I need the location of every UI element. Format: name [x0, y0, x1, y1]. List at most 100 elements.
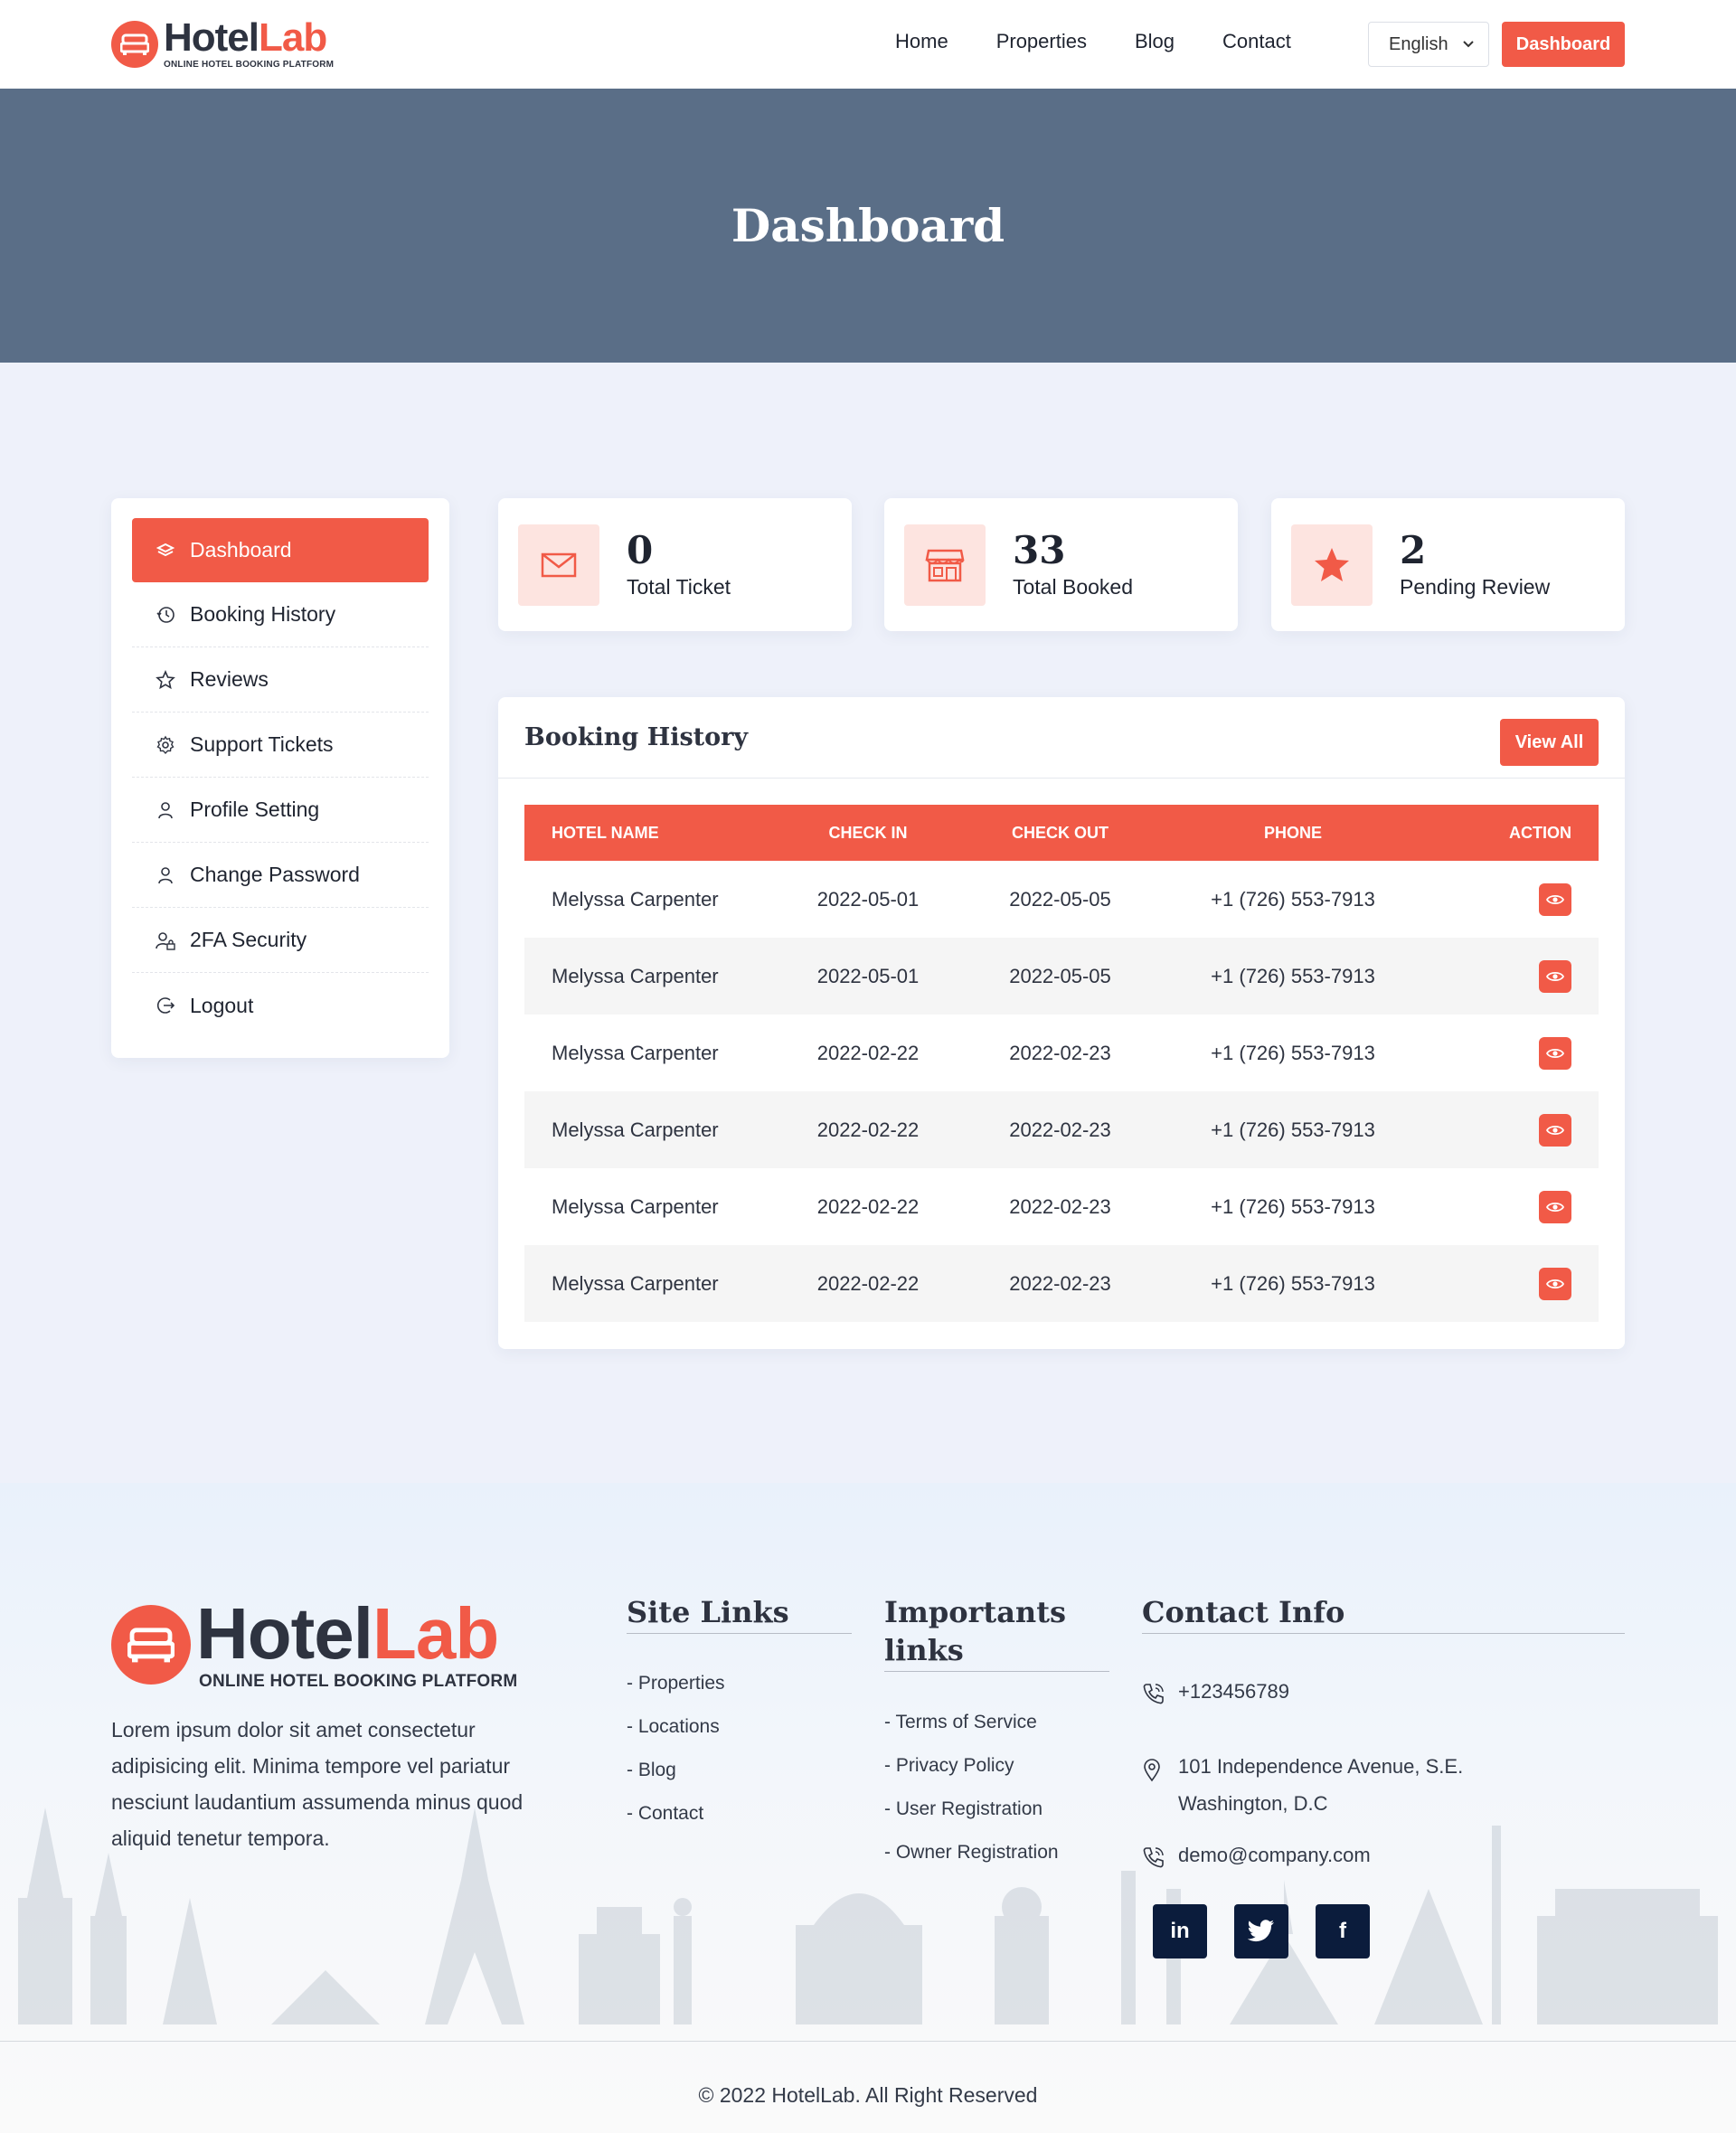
sidebar-item-reviews[interactable]: Reviews: [132, 647, 429, 713]
footer-link-user-registration[interactable]: - User Registration: [884, 1798, 1059, 1842]
chevron-down-icon: [1461, 35, 1476, 56]
booking-history-panel: Booking History View All HOTEL NAME CHEC…: [498, 697, 1625, 1349]
cell-hotel-name: Melyssa Carpenter: [552, 1194, 719, 1218]
brand-tagline: ONLINE HOTEL BOOKING PLATFORM: [199, 1672, 518, 1691]
dashboard-sidebar: Dashboard Booking History Reviews Suppor…: [111, 498, 449, 1058]
sidebar-item-label: Logout: [190, 993, 254, 1017]
cell-action: [1406, 1036, 1599, 1070]
sidebar-item-dashboard[interactable]: Dashboard: [132, 518, 429, 582]
facebook-icon[interactable]: f: [1316, 1904, 1370, 1958]
stat-value: 0: [627, 528, 654, 572]
cell-hotel-name: Melyssa Carpenter: [552, 964, 719, 987]
sidebar-item-label: Support Tickets: [190, 732, 334, 756]
eye-icon: [1545, 1272, 1565, 1296]
cell-phone: +1 (726) 553-7913: [1211, 1194, 1375, 1218]
brand-name: HotelLab: [196, 1593, 499, 1674]
cell-check-in: 2022-02-22: [816, 1041, 920, 1064]
contact-address: 101 Independence Avenue, S.E. Washington…: [1142, 1748, 1463, 1822]
view-booking-button[interactable]: [1539, 1036, 1571, 1070]
view-booking-button[interactable]: [1539, 882, 1571, 916]
view-booking-button[interactable]: [1539, 1267, 1571, 1300]
footer-link-blog[interactable]: - Blog: [627, 1760, 725, 1803]
footer-link-owner-registration[interactable]: - Owner Registration: [884, 1842, 1059, 1885]
view-all-button[interactable]: View All: [1500, 719, 1599, 766]
footer-divider: [0, 2041, 1736, 2042]
twitter-icon[interactable]: twitter: [1234, 1904, 1288, 1958]
stat-value: 2: [1400, 528, 1427, 572]
page-banner: Dashboard: [0, 89, 1736, 363]
brand-tagline: ONLINE HOTEL BOOKING PLATFORM: [164, 60, 335, 70]
stat-card-total-booked: 33 Total Booked: [884, 498, 1238, 631]
footer-logo[interactable]: HotelLab ONLINE HOTEL BOOKING PLATFORM: [111, 1598, 517, 1692]
sidebar-item-2fa-security[interactable]: 2FA Security: [132, 908, 429, 973]
cell-phone: +1 (726) 553-7913: [1211, 1271, 1375, 1295]
table-row: Melyssa Carpenter 2022-05-01 2022-05-05 +1 …: [524, 938, 1599, 1015]
view-booking-button[interactable]: [1539, 1113, 1571, 1147]
star-icon: [1291, 524, 1373, 606]
sidebar-item-label: Profile Setting: [190, 798, 320, 821]
cell-phone: +1 (726) 553-7913: [1211, 887, 1375, 911]
table-row: Melyssa Carpenter 2022-02-22 2022-02-23 +1 …: [524, 1091, 1599, 1168]
copyright-text: © 2022 HotelLab. All Right Reserved: [698, 2083, 1038, 2107]
envelope-icon: [518, 524, 599, 606]
nav-contact[interactable]: Contact: [1222, 30, 1291, 53]
panel-title: Booking History: [524, 723, 749, 751]
footer-about-text: Lorem ipsum dolor sit amet consectetur a…: [111, 1718, 524, 1850]
eye-icon: [1545, 888, 1565, 911]
footer-link-contact[interactable]: - Contact: [627, 1803, 725, 1846]
cell-check-out: 2022-02-23: [1009, 1041, 1111, 1064]
history-icon: [154, 605, 177, 625]
important-links-list: - Terms of Service - Privacy Policy - Us…: [884, 1712, 1059, 1885]
sidebar-item-profile-setting[interactable]: Profile Setting: [132, 778, 429, 843]
cell-action: [1406, 1190, 1599, 1223]
sidebar-item-booking-history[interactable]: Booking History: [132, 582, 429, 647]
cell-action: [1406, 1267, 1599, 1300]
cell-check-out: 2022-02-23: [1009, 1271, 1111, 1295]
cell-check-out: 2022-02-23: [1009, 1194, 1111, 1218]
cell-check-in: 2022-02-22: [816, 1271, 920, 1295]
sidebar-item-logout[interactable]: Logout: [132, 973, 429, 1038]
nav-properties[interactable]: Properties: [996, 30, 1087, 53]
user-icon: [154, 800, 177, 820]
footer-link-privacy[interactable]: - Privacy Policy: [884, 1755, 1059, 1798]
column-header-hotel-name: HOTEL NAME: [552, 823, 659, 842]
cell-action: [1406, 1113, 1599, 1147]
star-icon: [154, 669, 177, 690]
cell-phone: +1 (726) 553-7913: [1211, 1118, 1375, 1141]
contact-phone: +123456789: [1142, 1680, 1289, 1711]
cell-phone: +1 (726) 553-7913: [1211, 964, 1375, 987]
nav-home[interactable]: Home: [895, 30, 948, 53]
page-title: Dashboard: [731, 199, 1005, 252]
language-select[interactable]: English: [1368, 22, 1489, 67]
site-links-list: - Properties - Locations - Blog - Contac…: [627, 1673, 725, 1846]
linkedin-icon[interactable]: in: [1153, 1904, 1207, 1958]
eye-icon: [1545, 1118, 1565, 1142]
column-header-check-in: CHECK IN: [828, 823, 908, 842]
footer-link-locations[interactable]: - Locations: [627, 1716, 725, 1760]
view-booking-button[interactable]: [1539, 1190, 1571, 1223]
cell-phone: +1 (726) 553-7913: [1211, 1041, 1375, 1064]
dashboard-button[interactable]: Dashboard: [1502, 22, 1625, 67]
location-pin-icon: [1142, 1748, 1178, 1822]
user-icon: [154, 865, 177, 885]
brand-name: HotelLab: [164, 15, 327, 60]
footer-link-terms[interactable]: - Terms of Service: [884, 1712, 1059, 1755]
sidebar-item-label: Booking History: [190, 602, 336, 626]
table-header: HOTEL NAME CHECK IN CHECK OUT PHONE ACTI…: [524, 805, 1599, 861]
eye-icon: [1545, 965, 1565, 988]
cell-check-out: 2022-05-05: [1009, 964, 1111, 987]
table-row: Melyssa Carpenter 2022-02-22 2022-02-23 +1 …: [524, 1015, 1599, 1091]
column-header-check-out: CHECK OUT: [1012, 823, 1109, 842]
language-value: English: [1389, 33, 1448, 54]
main-nav: Home Properties Blog Contact: [895, 30, 1291, 53]
sidebar-item-change-password[interactable]: Change Password: [132, 843, 429, 908]
site-header: HotelLab ONLINE HOTEL BOOKING PLATFORM H…: [0, 0, 1736, 89]
cell-hotel-name: Melyssa Carpenter: [552, 887, 719, 911]
eye-icon: [1545, 1195, 1565, 1219]
contact-email: demo@company.com: [1142, 1844, 1371, 1874]
footer-link-properties[interactable]: - Properties: [627, 1673, 725, 1716]
view-booking-button[interactable]: [1539, 959, 1571, 993]
nav-blog[interactable]: Blog: [1135, 30, 1175, 53]
brand-logo[interactable]: HotelLab ONLINE HOTEL BOOKING PLATFORM: [111, 18, 334, 70]
sidebar-item-support-tickets[interactable]: Support Tickets: [132, 713, 429, 778]
